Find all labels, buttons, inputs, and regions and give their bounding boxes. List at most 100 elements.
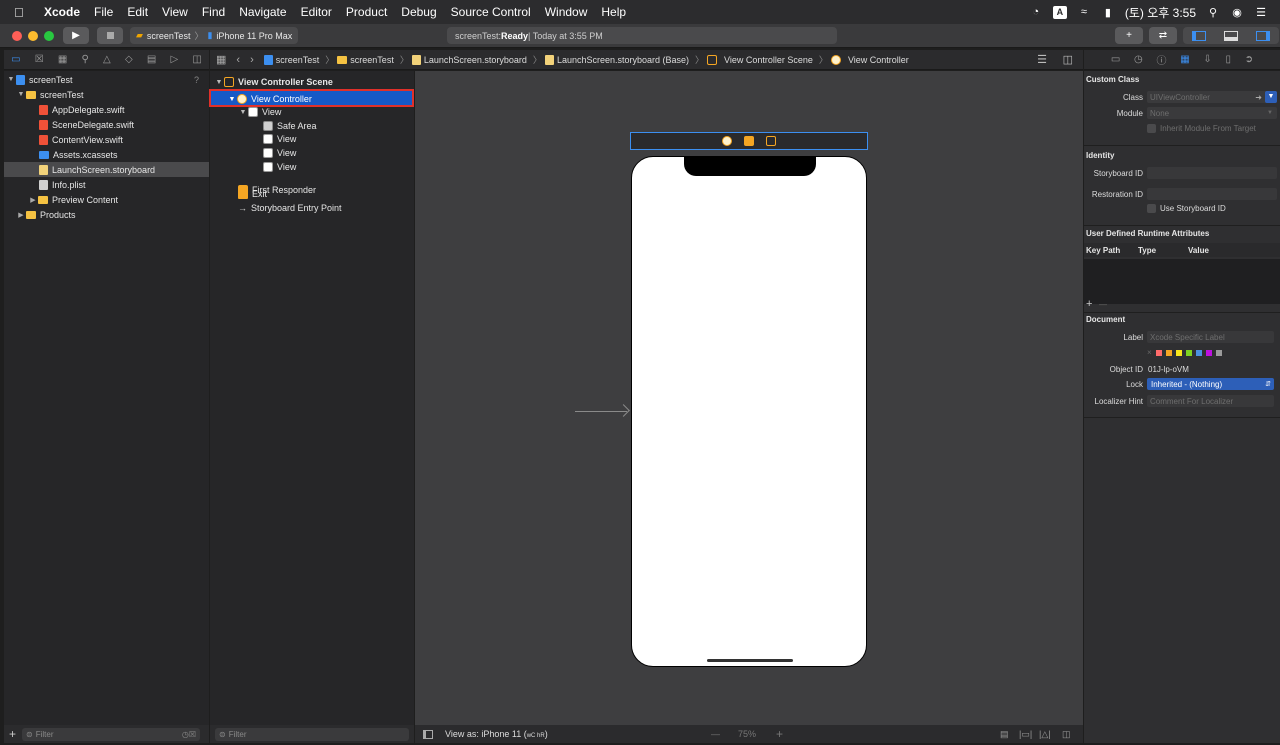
recent-files-icon[interactable]: ◷☒ [182, 730, 196, 739]
outline-subview-2[interactable]: View [263, 146, 296, 160]
storyboard-id-field[interactable] [1147, 167, 1277, 179]
iphone-view-frame[interactable] [631, 156, 867, 667]
swatch-red[interactable] [1155, 349, 1162, 356]
identity-inspector-icon[interactable]: ▦ [1180, 54, 1189, 65]
swatch-blue[interactable] [1195, 349, 1202, 356]
forward-arrow-icon[interactable]: › [250, 54, 254, 66]
navigator-toggle-icon[interactable] [1192, 30, 1206, 41]
scene-dock[interactable] [630, 132, 868, 150]
outline-filter-input[interactable]: ⊜ Filter [215, 727, 409, 741]
symbol-navigator-icon[interactable]: ▦ [58, 54, 67, 65]
scheme-selector[interactable]: ▰ screenTest 〉 ▮ iPhone 11 Pro Max [130, 27, 299, 44]
size-inspector-icon[interactable]: ▯ [1225, 54, 1231, 65]
tree-item-project[interactable]: ▼ screenTest ? [4, 72, 209, 87]
zoom-out-button[interactable]: — [711, 729, 720, 739]
add-constraints-icon[interactable]: |△| [1039, 729, 1051, 740]
zoom-level[interactable]: 75% [738, 729, 756, 739]
menu-window[interactable]: Window [545, 5, 588, 19]
menu-view[interactable]: View [162, 5, 188, 19]
attributes-inspector-icon[interactable]: ⇩ [1203, 54, 1211, 65]
related-items-icon[interactable]: ▦ [216, 53, 226, 66]
spotlight-search-icon[interactable]: ⚲ [1206, 6, 1220, 19]
minimize-window-button[interactable] [28, 31, 38, 41]
timemachine-icon[interactable]: ◔ [1029, 6, 1043, 18]
tree-item-contentview[interactable]: ContentView.swift [4, 132, 209, 147]
editor-options-icon[interactable]: ☰ [1037, 53, 1047, 66]
menu-editor[interactable]: Editor [301, 5, 332, 19]
tree-item-preview-content[interactable]: ▶ Preview Content [4, 192, 209, 207]
resolve-issues-icon[interactable]: ◫ [1062, 729, 1071, 740]
module-select[interactable]: None ▼ [1147, 107, 1277, 119]
column-value[interactable]: Value [1186, 246, 1209, 255]
breadcrumb-storyboard-base[interactable]: LaunchScreen.storyboard (Base) [544, 54, 689, 65]
menu-help[interactable]: Help [601, 5, 626, 19]
report-navigator-icon[interactable]: ◫ [192, 54, 201, 65]
menu-product[interactable]: Product [346, 5, 387, 19]
close-window-button[interactable] [12, 31, 22, 41]
class-dropdown-icon[interactable]: ▼ [1265, 91, 1277, 103]
battery-icon[interactable]: ▮ [1101, 6, 1115, 19]
inspector-toggle-icon[interactable] [1256, 30, 1270, 41]
add-file-icon[interactable]: + [9, 727, 16, 741]
disclosure-closed-icon[interactable]: ▶ [28, 196, 38, 204]
connections-inspector-icon[interactable]: ➲ [1245, 54, 1253, 65]
breadcrumb-storyboard[interactable]: LaunchScreen.storyboard [411, 54, 527, 65]
source-control-navigator-icon[interactable]: ☒ [35, 54, 44, 65]
outline-view-controller[interactable]: ▼ View Controller [227, 92, 312, 106]
zoom-window-button[interactable] [44, 31, 54, 41]
breadcrumb-scene[interactable]: View Controller Scene [707, 54, 813, 65]
outline-exit-row[interactable]: Exit [238, 187, 267, 201]
disclosure-open-icon[interactable]: ▼ [238, 109, 248, 116]
lock-select[interactable]: Inherited - (Nothing) ⇵ [1147, 378, 1274, 390]
project-navigator-icon[interactable]: ▭ [11, 54, 20, 65]
swatch-purple[interactable] [1205, 349, 1212, 356]
column-type[interactable]: Type [1136, 246, 1186, 255]
clock-text[interactable]: (토) 오후 3:55 [1125, 4, 1196, 21]
menu-source-control[interactable]: Source Control [451, 5, 531, 19]
align-icon[interactable]: |▭| [1019, 729, 1032, 740]
disclosure-open-icon[interactable]: ▼ [16, 91, 26, 98]
outline-subview-1[interactable]: View [263, 132, 296, 146]
tree-item-group-screentest[interactable]: ▼ screenTest [4, 87, 209, 102]
outline-scene[interactable]: ▼ View Controller Scene [214, 75, 333, 89]
remove-attribute-button[interactable]: — [1099, 300, 1107, 309]
outline-subview-3[interactable]: View [263, 160, 296, 174]
tree-item-launchscreen[interactable]: LaunchScreen.storyboard [4, 162, 209, 177]
input-source-icon[interactable]: A [1052, 5, 1067, 19]
class-go-icon[interactable]: ➜ [1255, 93, 1262, 102]
menu-edit[interactable]: Edit [127, 5, 148, 19]
add-editor-icon[interactable]: ◫ [1063, 53, 1073, 66]
add-attribute-button[interactable]: + [1086, 298, 1092, 310]
restoration-id-field[interactable] [1147, 188, 1277, 200]
disclosure-open-icon[interactable]: ▼ [227, 96, 237, 103]
control-list-icon[interactable]: ☰ [1254, 6, 1268, 19]
outline-safe-area[interactable]: Safe Area [263, 119, 317, 133]
class-field[interactable]: UIViewController ➜ ▼ [1147, 91, 1277, 103]
tree-item-appdelegate[interactable]: AppDelegate.swift [4, 102, 209, 117]
code-review-button[interactable]: ⇄ [1149, 27, 1177, 44]
tree-item-infoplist[interactable]: Info.plist [4, 177, 209, 192]
zoom-in-button[interactable]: + [776, 727, 783, 741]
exit-icon[interactable] [766, 136, 776, 146]
clear-color-icon[interactable]: × [1147, 348, 1152, 357]
navigator-filter-input[interactable]: ⊜ Filter ◷☒ [22, 727, 201, 741]
swatch-gray[interactable] [1215, 349, 1222, 356]
test-navigator-icon[interactable]: ◇ [125, 54, 133, 65]
first-responder-icon[interactable] [744, 136, 754, 146]
back-arrow-icon[interactable]: ‹ [236, 54, 240, 66]
history-inspector-icon[interactable]: ◷ [1134, 54, 1143, 65]
library-add-button[interactable]: + [1115, 27, 1143, 44]
siri-icon[interactable]: ◉ [1230, 6, 1244, 19]
doc-label-field[interactable]: Xcode Specific Label [1147, 331, 1274, 343]
swatch-orange[interactable] [1165, 349, 1172, 356]
stop-button[interactable] [97, 27, 123, 44]
menu-debug[interactable]: Debug [401, 5, 436, 19]
wifi-icon[interactable]: ≈ [1077, 6, 1091, 18]
breakpoint-navigator-icon[interactable]: ▷ [170, 54, 178, 65]
menu-find[interactable]: Find [202, 5, 225, 19]
swatch-yellow[interactable] [1175, 349, 1182, 356]
run-button[interactable]: ▶ [63, 27, 89, 44]
menu-xcode[interactable]: Xcode [44, 5, 80, 19]
disclosure-open-icon[interactable]: ▼ [6, 76, 16, 83]
inherit-module-checkbox[interactable]: Inherit Module From Target [1147, 124, 1256, 133]
